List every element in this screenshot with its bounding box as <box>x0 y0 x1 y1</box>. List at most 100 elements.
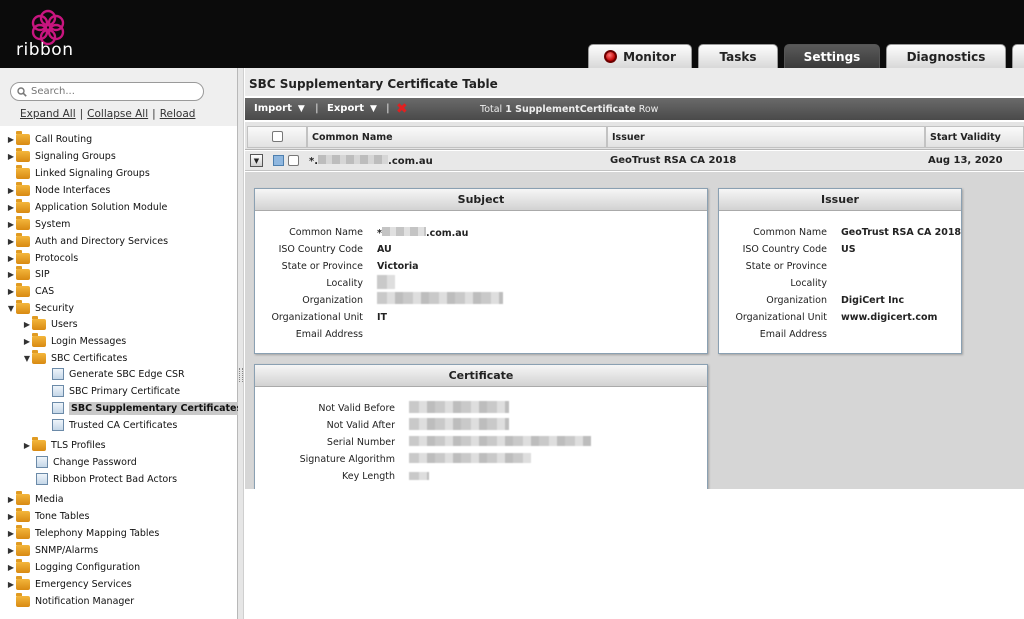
tree-item-supplementary-certificates[interactable]: SBC Supplementary Certificates <box>52 400 245 416</box>
import-label: Import <box>254 103 292 114</box>
tree-item-primary-certificate[interactable]: SBC Primary Certificate <box>52 383 180 399</box>
expand-arrow-icon[interactable]: ▶ <box>6 203 16 212</box>
tree-item-linked-signaling-groups[interactable]: Linked Signaling Groups <box>16 164 150 181</box>
collapse-arrow-icon[interactable]: ▼ <box>22 354 32 363</box>
expand-arrow-icon[interactable]: ▶ <box>6 186 16 195</box>
reload-link[interactable]: Reload <box>160 108 196 120</box>
tree-item-protect-bad-actors[interactable]: Ribbon Protect Bad Actors <box>36 471 177 487</box>
expand-arrow-icon[interactable]: ▶ <box>6 254 16 263</box>
expand-arrow-icon[interactable]: ▶ <box>6 580 16 589</box>
tree-item-change-password[interactable]: Change Password <box>36 454 137 470</box>
expand-arrow-icon[interactable]: ▶ <box>22 320 32 329</box>
field-label: State or Province <box>281 261 363 272</box>
tab-tasks[interactable]: Tasks <box>698 44 778 68</box>
tree-item-tls-profiles[interactable]: ▶ TLS Profiles <box>22 436 106 453</box>
field-label: ISO Country Code <box>278 244 363 255</box>
tree-item-snmp-alarms[interactable]: ▶ SNMP/Alarms <box>6 541 98 558</box>
expand-arrow-icon[interactable]: ▶ <box>6 563 16 572</box>
tab-monitor[interactable]: Monitor <box>588 44 692 68</box>
column-start-validity[interactable]: Start Validity <box>925 126 1024 148</box>
tree-item-protocols[interactable]: ▶ Protocols <box>6 249 79 266</box>
tree-item-emergency-services[interactable]: ▶ Emergency Services <box>6 575 132 592</box>
issuer-email: Email Address <box>719 329 961 343</box>
tree-item-sbc-certificates[interactable]: ▼ SBC Certificates <box>22 349 127 366</box>
tree-item-system[interactable]: ▶ System <box>6 215 70 232</box>
field-value: DigiCert Inc <box>841 295 905 306</box>
tree-item-media[interactable]: ▶ Media <box>6 490 64 507</box>
expand-arrow-icon[interactable]: ▶ <box>6 135 16 144</box>
tree-item-logging[interactable]: ▶ Logging Configuration <box>6 558 140 575</box>
tree-item-generate-csr[interactable]: Generate SBC Edge CSR <box>52 366 185 382</box>
folder-icon <box>16 282 30 297</box>
select-all-checkbox[interactable] <box>271 131 283 142</box>
tree-item-label: Users <box>51 318 78 330</box>
row-start-validity: Aug 13, 2020 <box>928 155 1003 166</box>
expand-arrow-icon[interactable]: ▶ <box>6 270 16 279</box>
tree-item-application-solution-module[interactable]: ▶ Application Solution Module <box>6 198 167 215</box>
table-row[interactable]: ▼ *. .com.au GeoTrust RSA CA 2018 Aug 13,… <box>245 151 1024 171</box>
search-box[interactable] <box>10 82 204 101</box>
expand-arrow-icon[interactable]: ▶ <box>6 495 16 504</box>
tree-item-label: Change Password <box>53 456 137 468</box>
field-value: AU <box>377 244 392 255</box>
tree-item-tone-tables[interactable]: ▶ Tone Tables <box>6 507 89 524</box>
folder-icon <box>16 130 30 145</box>
expand-arrow-icon[interactable]: ▶ <box>6 287 16 296</box>
tree-item-auth-directory[interactable]: ▶ Auth and Directory Services <box>6 232 168 249</box>
page-icon <box>52 402 64 414</box>
field-label: Organization <box>766 295 827 306</box>
folder-icon <box>16 232 30 247</box>
expand-row-icon[interactable]: ▼ <box>250 154 263 167</box>
table-toolbar: Import ▼ | Export ▼ | ✖ Total 1 Suppleme… <box>245 98 1024 120</box>
tree-item-notification-manager[interactable]: Notification Manager <box>16 592 134 609</box>
tree-item-label: SBC Supplementary Certificates <box>69 401 245 415</box>
tab-settings[interactable]: Settings <box>784 44 880 68</box>
expand-arrow-icon[interactable]: ▶ <box>6 529 16 538</box>
search-icon <box>17 86 27 97</box>
tree-item-trusted-ca[interactable]: Trusted CA Certificates <box>52 417 177 433</box>
tree-item-telephony-mapping[interactable]: ▶ Telephony Mapping Tables <box>6 524 159 541</box>
tab-overflow[interactable] <box>1012 44 1024 68</box>
export-button[interactable]: Export ▼ <box>327 103 377 114</box>
splitter-grip-icon[interactable] <box>239 368 243 382</box>
total-suffix: Row <box>638 104 659 115</box>
pane-splitter[interactable] <box>238 68 244 619</box>
tree-item-call-routing[interactable]: ▶ Call Routing <box>6 130 93 147</box>
tree-item-signaling-groups[interactable]: ▶ Signaling Groups <box>6 147 116 164</box>
tree-item-cas[interactable]: ▶ CAS <box>6 282 55 299</box>
redacted-text <box>409 401 509 413</box>
tree-item-users[interactable]: ▶ Users <box>22 315 78 332</box>
expand-arrow-icon[interactable]: ▶ <box>6 152 16 161</box>
tree-item-label: Protocols <box>35 252 79 264</box>
field-label: Common Name <box>289 227 363 238</box>
expand-arrow-icon[interactable]: ▶ <box>22 441 32 450</box>
column-common-name[interactable]: Common Name <box>307 126 607 148</box>
search-input[interactable] <box>31 86 191 97</box>
expand-arrow-icon[interactable]: ▶ <box>6 512 16 521</box>
tree-item-login-messages[interactable]: ▶ Login Messages <box>22 332 126 349</box>
column-issuer[interactable]: Issuer <box>607 126 925 148</box>
total-prefix: Total <box>480 104 503 115</box>
tree-item-label: CAS <box>35 285 55 297</box>
select-all-cell <box>247 126 307 148</box>
collapse-arrow-icon[interactable]: ▼ <box>6 304 16 313</box>
expand-arrow-icon[interactable]: ▶ <box>6 546 16 555</box>
import-button[interactable]: Import ▼ <box>254 103 305 114</box>
field-label: Locality <box>326 278 363 289</box>
tree-item-sip[interactable]: ▶ SIP <box>6 265 50 282</box>
row-checkbox[interactable] <box>288 155 299 166</box>
expand-arrow-icon[interactable]: ▶ <box>22 337 32 346</box>
tree-item-label: Call Routing <box>35 133 93 145</box>
tree-item-security[interactable]: ▼ Security <box>6 299 74 316</box>
collapse-all-link[interactable]: Collapse All <box>87 108 148 120</box>
delete-icon[interactable]: ✖ <box>396 101 408 117</box>
expand-arrow-icon[interactable]: ▶ <box>6 237 16 246</box>
toolbar-divider: | <box>386 103 390 114</box>
redacted-text <box>377 275 395 289</box>
tab-diagnostics[interactable]: Diagnostics <box>886 44 1006 68</box>
expand-arrow-icon[interactable]: ▶ <box>6 220 16 229</box>
tab-tasks-label: Tasks <box>719 49 757 64</box>
field-label: Email Address <box>759 329 827 340</box>
tree-item-node-interfaces[interactable]: ▶ Node Interfaces <box>6 181 110 198</box>
expand-all-link[interactable]: Expand All <box>20 108 76 120</box>
